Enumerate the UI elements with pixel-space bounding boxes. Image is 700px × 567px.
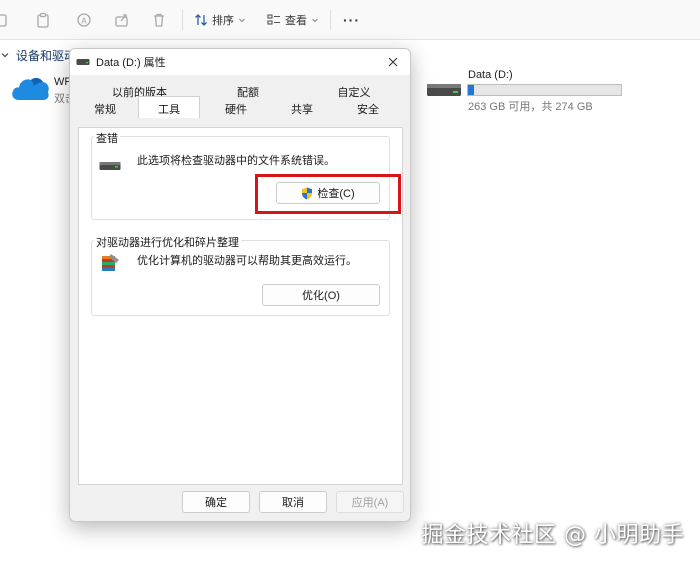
tab-customize[interactable]: 自定义 [336,84,372,100]
close-button[interactable] [382,53,404,71]
chevron-down-icon [1,53,9,58]
drive-usage-fill [468,85,475,95]
dialog-titlebar[interactable]: Data (D:) 属性 [70,49,410,75]
tab-sharing[interactable]: 共享 [287,101,317,117]
optimize-description: 优化计算机的驱动器可以帮助其更高效运行。 [137,255,357,267]
error-check-label: 查错 [94,130,120,146]
drive-icon [76,59,90,65]
paste-icon[interactable] [36,10,50,30]
close-icon [388,57,398,67]
optimize-label: 对驱动器进行优化和碎片整理 [94,234,241,250]
devices-section-header[interactable]: 设备和驱动 [0,46,76,64]
svg-text:A: A [81,17,87,26]
tab-security[interactable]: 安全 [353,101,383,117]
apply-button[interactable]: 应用(A) [336,491,404,513]
chevron-down-icon [312,18,318,23]
share-icon[interactable] [114,10,130,30]
explorer-toolbar: A 排序 查看 ··· [0,0,700,40]
drive-icon[interactable] [426,80,462,100]
annotation-highlight-box [255,174,401,214]
view-label: 查看 [285,15,307,27]
dialog-title: Data (D:) 属性 [96,57,166,69]
drive-space-text: 263 GB 可用，共 274 GB [468,101,593,113]
delete-icon[interactable] [152,10,166,30]
onedrive-cloud-icon[interactable] [10,74,50,104]
optimize-button[interactable]: 优化(O) [262,284,380,306]
drive-name: Data (D:) [468,69,513,81]
copy-icon[interactable] [0,10,14,30]
dialog-tabs: 以前的版本 配额 自定义 常规 工具 硬件 共享 安全 [70,75,410,131]
drive-usage-bar [467,84,622,96]
ok-button[interactable]: 确定 [182,491,250,513]
chevron-down-icon [239,18,245,23]
drive-icon [99,162,121,170]
tab-quota[interactable]: 配额 [233,84,263,100]
tab-general[interactable]: 常规 [90,101,120,117]
sort-label: 排序 [212,15,234,27]
defragment-icon [102,254,119,271]
rename-icon[interactable]: A [76,10,92,30]
drive-properties-dialog: Data (D:) 属性 以前的版本 配额 自定义 常规 工具 硬件 共享 安全… [69,48,411,522]
view-button[interactable]: 查看 [267,10,319,30]
error-check-description: 此选项将检查驱动器中的文件系统错误。 [137,155,335,167]
view-icon [267,14,280,25]
section-header-label: 设备和驱动 [16,48,77,63]
cancel-button[interactable]: 取消 [259,491,327,513]
watermark-text: 掘金技术社区 @ 小明助手 [421,523,684,548]
more-options-button[interactable]: ··· [343,10,360,30]
dialog-footer: 确定 取消 应用(A) [70,485,410,521]
sort-button[interactable]: 排序 [194,10,246,30]
tab-hardware[interactable]: 硬件 [221,101,251,117]
tab-tools[interactable]: 工具 [138,96,200,118]
sort-icon [195,14,207,26]
